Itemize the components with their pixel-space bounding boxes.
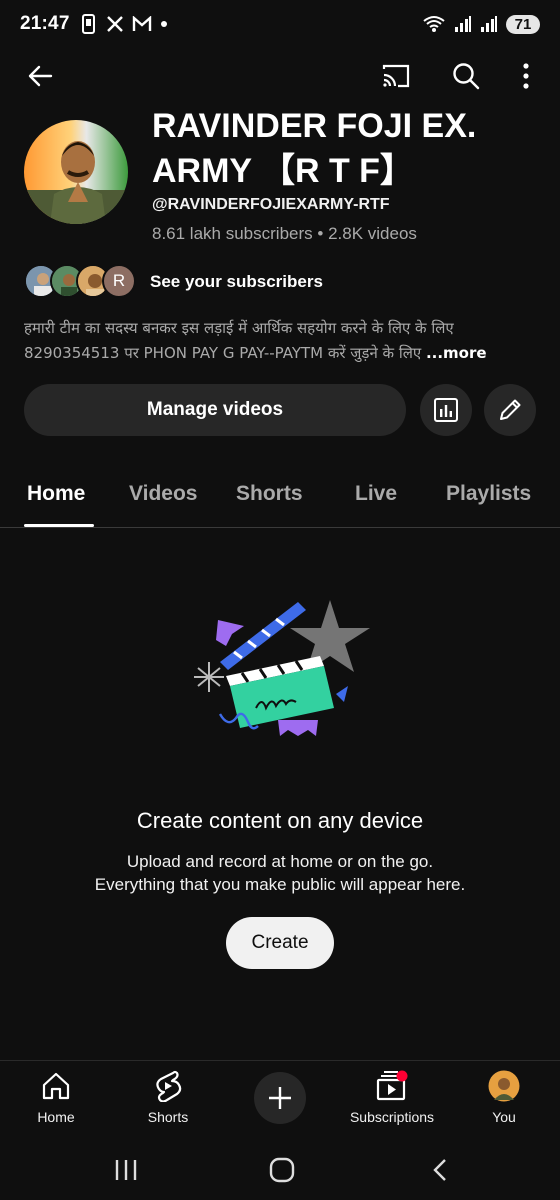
subscriber-count: 8.61 lakh subscribers: [152, 224, 313, 243]
tab-videos[interactable]: Videos: [129, 482, 197, 506]
signal-icon: [481, 16, 497, 32]
phone-notification-icon: [81, 14, 95, 34]
system-navigation-bar: [0, 1140, 560, 1200]
gmail-icon: [132, 16, 151, 31]
bottom-navigation: Home Shorts Subscriptions You: [0, 1060, 560, 1140]
nav-you[interactable]: You: [448, 1069, 560, 1137]
channel-avatar[interactable]: [24, 120, 128, 224]
subscriber-avatars: R: [24, 264, 140, 300]
tab-home[interactable]: Home: [27, 482, 85, 506]
shorts-icon: [151, 1069, 185, 1103]
channel-tabs: Home Videos Shorts Live Playlists: [0, 468, 560, 528]
meta-separator: •: [317, 224, 324, 243]
battery-indicator: 71: [506, 14, 540, 34]
more-link[interactable]: ...more: [426, 344, 487, 362]
top-app-bar: [0, 52, 560, 98]
recent-apps-icon[interactable]: [106, 1152, 146, 1188]
dot-icon: [160, 21, 167, 27]
search-icon[interactable]: [446, 56, 486, 96]
nav-shorts[interactable]: Shorts: [112, 1069, 224, 1137]
nav-subscriptions-label: Subscriptions: [349, 1109, 435, 1125]
analytics-icon: [434, 398, 458, 422]
signal-icon: [455, 16, 471, 32]
tab-live[interactable]: Live: [355, 482, 397, 506]
empty-state-subtitle-line2: Everything that you make public will app…: [94, 875, 466, 894]
empty-state-subtitle: Upload and record at home or on the go. …: [0, 850, 560, 896]
nav-you-label: You: [492, 1109, 516, 1125]
nav-home[interactable]: Home: [0, 1069, 112, 1137]
empty-state-subtitle-line1: Upload and record at home or on the go.: [126, 852, 434, 871]
channel-stats: 8.61 lakh subscribers • 2.8K videos: [152, 224, 417, 244]
x-icon: [106, 16, 123, 32]
channel-name: RAVINDER FOJI EX. ARMY 【R T F】: [152, 107, 477, 190]
wifi-icon: [423, 16, 445, 32]
more-vert-icon[interactable]: [506, 56, 546, 96]
channel-description[interactable]: हमारी टीम का सदस्य बनकर इस लड़ाई में आर्…: [24, 316, 536, 366]
channel-actions: Manage videos: [24, 384, 536, 436]
home-button-icon[interactable]: [262, 1152, 302, 1188]
home-icon: [39, 1069, 73, 1103]
create-plus-button[interactable]: [254, 1072, 306, 1124]
subscriptions-icon: [375, 1069, 409, 1103]
edit-channel-button[interactable]: [484, 384, 536, 436]
empty-state-illustration: [190, 596, 380, 746]
nav-shorts-label: Shorts: [147, 1109, 189, 1125]
avatar-letter: R: [112, 271, 126, 290]
channel-handle: @RAVINDERFOJIEXARMY-RTF: [152, 196, 390, 213]
back-icon[interactable]: [420, 1152, 460, 1188]
avatar: R: [102, 264, 136, 298]
edit-icon: [500, 399, 521, 420]
see-subscribers-row[interactable]: R See your subscribers: [24, 264, 323, 300]
tab-indicator: [24, 524, 94, 527]
cast-icon[interactable]: [376, 56, 416, 96]
tab-shorts[interactable]: Shorts: [236, 482, 303, 506]
description-text: हमारी टीम का सदस्य बनकर इस लड़ाई में आर्…: [24, 319, 454, 362]
create-button[interactable]: Create: [226, 917, 334, 969]
status-time: 21:47: [20, 13, 70, 34]
video-count: 2.8K videos: [328, 224, 417, 243]
you-avatar: [487, 1069, 521, 1103]
tab-playlists[interactable]: Playlists: [446, 482, 531, 506]
analytics-button[interactable]: [420, 384, 472, 436]
nav-subscriptions[interactable]: Subscriptions: [336, 1069, 448, 1137]
status-right: 71: [422, 14, 540, 34]
back-arrow-icon[interactable]: [20, 56, 60, 96]
status-left-icons: [80, 14, 168, 34]
plus-icon: [269, 1087, 291, 1109]
empty-state-title: Create content on any device: [136, 808, 424, 833]
status-bar: 21:47 71: [0, 0, 560, 48]
manage-videos-button[interactable]: Manage videos: [24, 384, 406, 436]
see-subscribers-link[interactable]: See your subscribers: [150, 272, 323, 292]
nav-home-label: Home: [37, 1109, 75, 1125]
